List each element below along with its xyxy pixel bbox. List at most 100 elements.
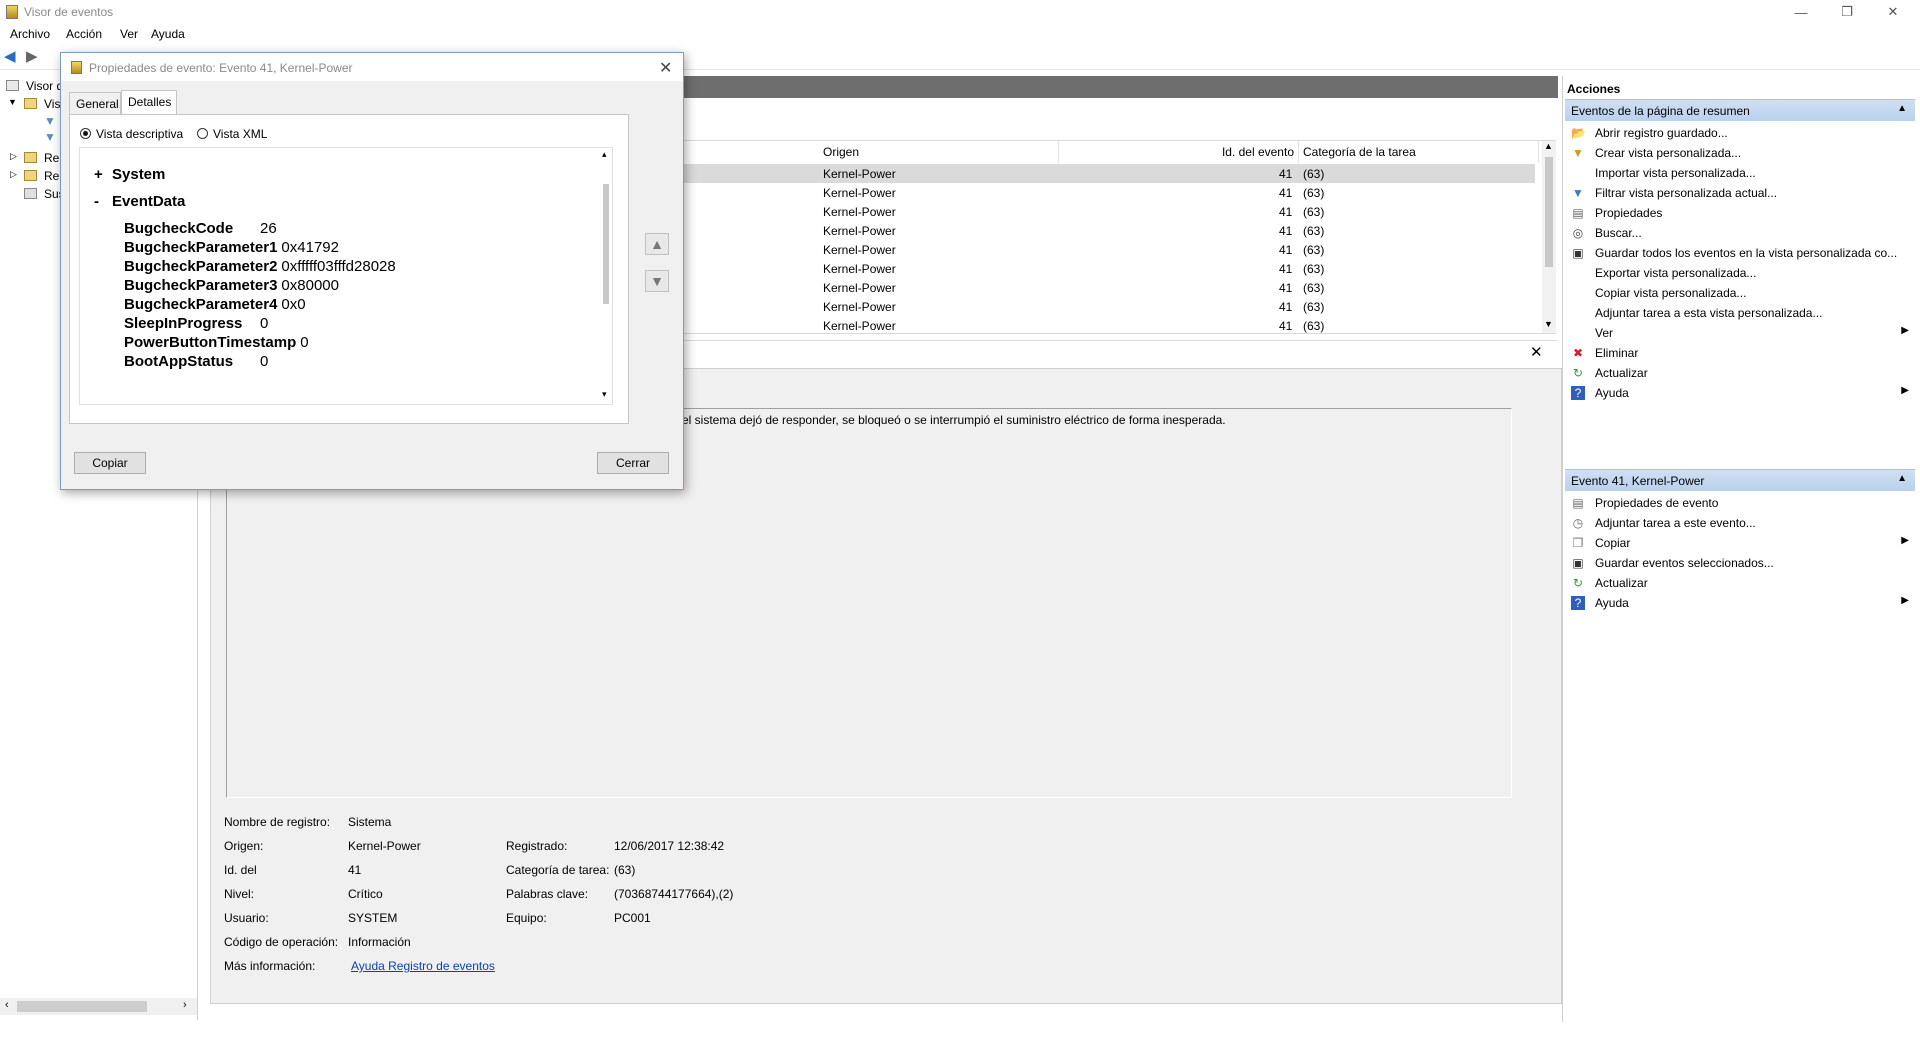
event-data-key: BugcheckParameter4: [124, 296, 278, 313]
more-info-link[interactable]: Ayuda Registro de eventos: [351, 959, 495, 973]
prop-value-log-name: Sistema: [348, 815, 392, 829]
tree-collapse-icon[interactable]: ▷: [10, 151, 17, 162]
expand-system-toggle[interactable]: +: [94, 166, 103, 183]
grid-vertical-scrollbar[interactable]: ▲ ▼: [1542, 141, 1556, 333]
tree-item-root[interactable]: Visor d: [26, 79, 63, 93]
actions-pane: Acciones Eventos de la página de resumen…: [1562, 76, 1920, 1022]
minimize-button[interactable]: —: [1778, 0, 1824, 24]
radio-descriptive-view[interactable]: Vista descriptiva: [80, 127, 183, 141]
table-row[interactable]: Kernel-Power 41 (63): [683, 221, 1535, 240]
table-row[interactable]: Kernel-Power 41 (63): [683, 316, 1535, 335]
action-exportar-vista-personalizada[interactable]: Exportar vista personalizada...: [1567, 263, 1913, 283]
column-header-id[interactable]: Id. del evento: [1059, 141, 1299, 163]
dialog-titlebar: Propiedades de evento: Evento 41, Kernel…: [61, 53, 683, 81]
restore-button[interactable]: ❐: [1824, 0, 1870, 24]
action-copiar[interactable]: ❐ Copiar ▶: [1567, 533, 1913, 553]
action-ver[interactable]: Ver ▶: [1567, 323, 1913, 343]
scroll-up-icon[interactable]: ▲: [1544, 141, 1553, 151]
action-label: Ayuda: [1595, 386, 1629, 400]
tab-detalles[interactable]: Detalles: [121, 90, 177, 115]
action-crear-vista-personalizada[interactable]: ▼ Crear vista personalizada...: [1567, 143, 1913, 163]
action-buscar[interactable]: ◎ Buscar...: [1567, 223, 1913, 243]
table-row[interactable]: Kernel-Power 41 (63): [683, 297, 1535, 316]
table-row[interactable]: Kernel-Power 41 (63): [683, 202, 1535, 221]
scroll-thumb[interactable]: [603, 184, 609, 304]
tree-item-views[interactable]: Vis: [44, 97, 60, 111]
node-system[interactable]: System: [112, 166, 165, 183]
menu-ayuda[interactable]: Ayuda: [151, 27, 185, 41]
close-preview-icon[interactable]: ✕: [1530, 343, 1543, 361]
scroll-right-icon[interactable]: ›: [183, 999, 187, 1011]
action-importar-vista-personalizada[interactable]: Importar vista personalizada...: [1567, 163, 1913, 183]
scroll-down-icon[interactable]: ▾: [602, 389, 607, 400]
forward-arrow-icon[interactable]: ▶: [26, 49, 42, 64]
action-actualizar[interactable]: ↻ Actualizar: [1567, 573, 1913, 593]
submenu-arrow-icon: ▶: [1901, 385, 1909, 396]
action-ayuda[interactable]: ? Ayuda ▶: [1567, 383, 1913, 403]
close-button[interactable]: Cerrar: [597, 452, 669, 474]
menu-ver[interactable]: Ver: [120, 27, 138, 41]
action-copiar-vista-personalizada[interactable]: Copiar vista personalizada...: [1567, 283, 1913, 303]
scroll-up-icon[interactable]: ▴: [602, 149, 607, 160]
scroll-left-icon[interactable]: ‹: [5, 999, 9, 1011]
action-actualizar[interactable]: ↻ Actualizar: [1567, 363, 1913, 383]
prop-label-registered: Registrado:: [506, 839, 568, 853]
table-row[interactable]: Kernel-Power 41 (63): [683, 164, 1535, 183]
event-description: el sistema dejó de responder, se bloqueó…: [682, 413, 1226, 427]
action-eliminar[interactable]: ✖ Eliminar: [1567, 343, 1913, 363]
collapse-arrow-icon[interactable]: ▲: [1897, 473, 1907, 484]
action-ayuda[interactable]: ? Ayuda ▶: [1567, 593, 1913, 613]
scroll-down-icon[interactable]: ▼: [1544, 319, 1553, 329]
action-label: Eliminar: [1595, 346, 1639, 360]
tree-item-logs-windows[interactable]: Re: [44, 151, 59, 165]
collapse-arrow-icon[interactable]: ▲: [1897, 103, 1907, 114]
scroll-thumb[interactable]: [1545, 157, 1553, 267]
tree-horizontal-scrollbar[interactable]: ‹ ›: [0, 998, 197, 1015]
table-row[interactable]: Kernel-Power 41 (63): [683, 240, 1535, 259]
action-adjuntar-tarea-a-esta-vista-personalizada[interactable]: Adjuntar tarea a esta vista personalizad…: [1567, 303, 1913, 323]
tree-collapse-icon[interactable]: ▷: [10, 169, 17, 180]
menu-accion[interactable]: Acción: [66, 27, 102, 41]
table-row[interactable]: Kernel-Power 41 (63): [683, 183, 1535, 202]
event-data-value: 26: [260, 220, 277, 237]
radio-unselected-icon[interactable]: [197, 128, 208, 139]
events-grid[interactable]: Origen Id. del evento Categoría de la ta…: [682, 140, 1556, 334]
menu-archivo[interactable]: Archivo: [10, 27, 50, 41]
tab-general[interactable]: General: [69, 92, 121, 114]
event-data-tree[interactable]: + System - EventData BugcheckCode 26 Bugch…: [79, 147, 613, 405]
node-eventdata[interactable]: EventData: [112, 193, 185, 210]
prop-value-registered: 12/06/2017 12:38:42: [614, 839, 725, 853]
table-row[interactable]: Kernel-Power 41 (63): [683, 278, 1535, 297]
radio-xml-view[interactable]: Vista XML: [197, 127, 267, 141]
tree-item-logs-apps[interactable]: Re: [44, 169, 59, 183]
actions-section-summary[interactable]: Eventos de la página de resumen ▲: [1565, 99, 1915, 121]
cell-origen: Kernel-Power: [823, 167, 896, 181]
cell-task-category: (63): [1303, 205, 1325, 219]
tree-expand-icon[interactable]: ▼: [8, 97, 17, 107]
column-header-categoria[interactable]: Categoría de la tarea: [1299, 141, 1539, 163]
next-event-button[interactable]: ▼: [645, 270, 669, 292]
collapse-eventdata-toggle[interactable]: -: [94, 193, 99, 210]
actions-section-event[interactable]: Evento 41, Kernel-Power ▲: [1565, 469, 1915, 491]
close-window-button[interactable]: ✕: [1870, 0, 1916, 24]
table-row[interactable]: Kernel-Power 41 (63): [683, 259, 1535, 278]
action-label: Copiar: [1595, 536, 1631, 550]
details-vertical-scrollbar[interactable]: ▴ ▾: [601, 149, 611, 403]
back-arrow-icon[interactable]: ◀: [4, 49, 20, 64]
column-header-origen[interactable]: Origen: [819, 141, 1059, 163]
radio-selected-icon[interactable]: [80, 128, 91, 139]
filter-icon: ▼: [44, 114, 56, 128]
previous-event-button[interactable]: ▲: [645, 233, 669, 255]
copy-button[interactable]: Copiar: [74, 452, 146, 474]
action-guardar-eventos-seleccionados[interactable]: ▣ Guardar eventos seleccionados...: [1567, 553, 1913, 573]
action-propiedades-de-evento[interactable]: ▤ Propiedades de evento: [1567, 493, 1913, 513]
action-guardar-todos-los-eventos-en-la-vista-personalizada-co[interactable]: ▣ Guardar todos los eventos en la vista p…: [1567, 243, 1913, 263]
action-propiedades[interactable]: ▤ Propiedades: [1567, 203, 1913, 223]
action-adjuntar-tarea-a-este-evento[interactable]: ◷ Adjuntar tarea a este evento...: [1567, 513, 1913, 533]
action-abrir-registro-guardado[interactable]: 📂 Abrir registro guardado...: [1567, 123, 1913, 143]
action-label: Copiar vista personalizada...: [1595, 286, 1747, 300]
action-filtrar-vista-personalizada-actual[interactable]: ▼ Filtrar vista personalizada actual...: [1567, 183, 1913, 203]
prop-label-id: Id. del: [224, 863, 257, 877]
dialog-close-icon[interactable]: ✕: [659, 58, 672, 78]
scroll-thumb[interactable]: [17, 1001, 147, 1012]
